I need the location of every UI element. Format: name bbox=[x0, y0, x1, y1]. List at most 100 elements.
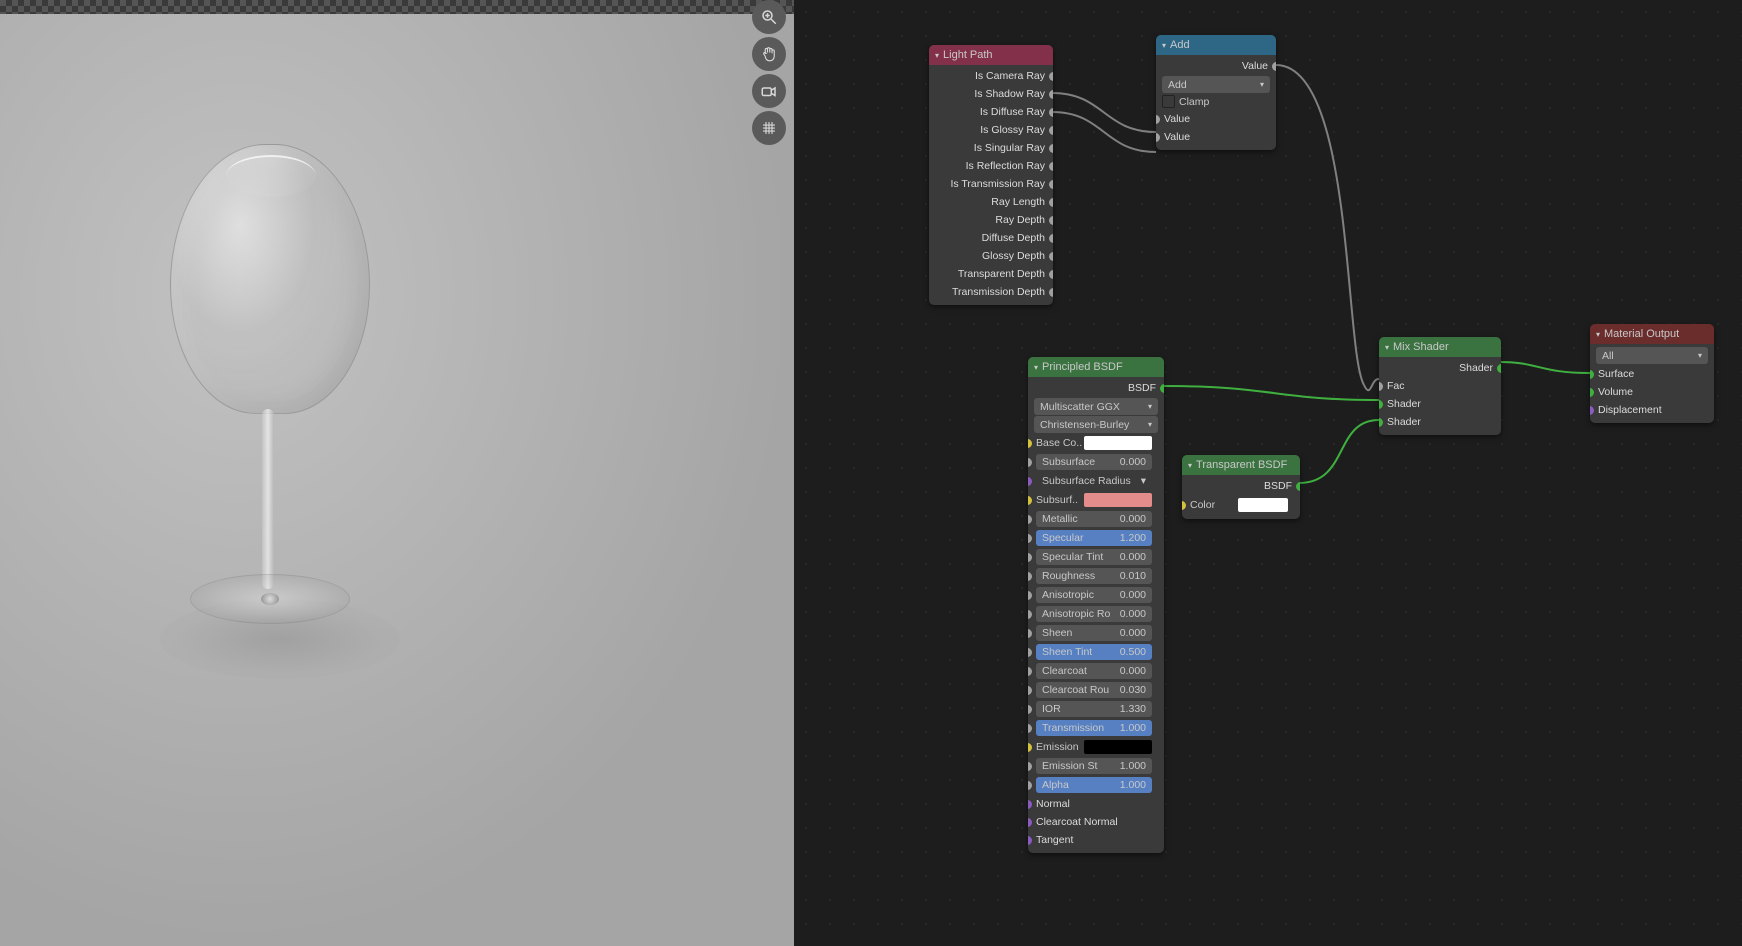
prop-emission-strength[interactable]: Emission St1.000 bbox=[1028, 757, 1164, 775]
prop-alpha[interactable]: Alpha1.000 bbox=[1028, 776, 1164, 794]
node-math-add[interactable]: ▾ Add Value Add▾ Clamp Value Value bbox=[1156, 35, 1276, 150]
output-socket[interactable]: Diffuse Depth bbox=[929, 229, 1053, 247]
output-socket[interactable]: Is Reflection Ray bbox=[929, 157, 1053, 175]
emission-color-swatch bbox=[1084, 740, 1152, 754]
output-socket-bsdf[interactable]: BSDF bbox=[1182, 477, 1300, 495]
node-body: Is Camera Ray Is Shadow Ray Is Diffuse R… bbox=[929, 65, 1053, 305]
node-header[interactable]: ▾ Mix Shader bbox=[1379, 337, 1501, 357]
prop-anisotropic-rotation[interactable]: Anisotropic Ro0.000 bbox=[1028, 605, 1164, 623]
emission-color-input[interactable]: Emission bbox=[1028, 738, 1158, 756]
prop-roughness[interactable]: Roughness0.010 bbox=[1028, 567, 1164, 585]
node-body: All▾ Surface Volume Displacement bbox=[1590, 344, 1714, 423]
grid-icon bbox=[760, 119, 778, 137]
prop-clearcoat[interactable]: Clearcoat0.000 bbox=[1028, 662, 1164, 680]
output-socket[interactable]: Is Camera Ray bbox=[929, 67, 1053, 85]
node-header[interactable]: ▾ Transparent BSDF bbox=[1182, 455, 1300, 475]
node-mix-shader[interactable]: ▾ Mix Shader Shader Fac Shader Shader bbox=[1379, 337, 1501, 435]
target-dropdown[interactable]: All▾ bbox=[1596, 347, 1708, 364]
input-volume[interactable]: Volume bbox=[1590, 383, 1714, 401]
output-socket[interactable]: Is Glossy Ray bbox=[929, 121, 1053, 139]
output-socket[interactable]: Glossy Depth bbox=[929, 247, 1053, 265]
node-header[interactable]: ▾ Material Output bbox=[1590, 324, 1714, 344]
collapse-icon: ▾ bbox=[1034, 363, 1038, 372]
prop-specular[interactable]: Specular1.200 bbox=[1028, 529, 1164, 547]
input-socket[interactable]: Value bbox=[1156, 110, 1276, 128]
node-light-path[interactable]: ▾ Light Path Is Camera Ray Is Shadow Ray… bbox=[929, 45, 1053, 305]
output-socket[interactable]: Ray Length bbox=[929, 193, 1053, 211]
render-viewport[interactable] bbox=[0, 0, 794, 946]
subsurface-color-input[interactable]: Subsurf.. bbox=[1028, 491, 1158, 509]
prop-sheen[interactable]: Sheen0.000 bbox=[1028, 624, 1164, 642]
node-body: BSDF Color bbox=[1182, 475, 1300, 519]
node-header[interactable]: ▾ Add bbox=[1156, 35, 1276, 55]
operation-dropdown[interactable]: Add▾ bbox=[1162, 76, 1270, 93]
input-clearcoat-normal[interactable]: Clearcoat Normal bbox=[1028, 813, 1164, 831]
node-header[interactable]: ▾ Principled BSDF bbox=[1028, 357, 1164, 377]
viewport-overscan bbox=[0, 0, 794, 14]
input-shader-1[interactable]: Shader bbox=[1379, 395, 1501, 413]
collapse-icon: ▾ bbox=[935, 51, 939, 60]
output-socket[interactable]: Is Transmission Ray bbox=[929, 175, 1053, 193]
prop-sheen-tint[interactable]: Sheen Tint0.500 bbox=[1028, 643, 1164, 661]
collapse-icon: ▾ bbox=[1385, 343, 1389, 352]
output-socket[interactable]: Transmission Depth bbox=[929, 283, 1053, 301]
prop-anisotropic[interactable]: Anisotropic0.000 bbox=[1028, 586, 1164, 604]
input-surface[interactable]: Surface bbox=[1590, 365, 1714, 383]
node-body: BSDF Multiscatter GGX▾ Christensen-Burle… bbox=[1028, 377, 1164, 853]
collapse-icon: ▾ bbox=[1188, 461, 1192, 470]
camera-tool-button[interactable] bbox=[752, 74, 786, 108]
render-result bbox=[0, 14, 794, 946]
subsurface-color-swatch bbox=[1084, 493, 1152, 507]
node-material-output[interactable]: ▾ Material Output All▾ Surface Volume Di… bbox=[1590, 324, 1714, 423]
output-socket[interactable]: Is Shadow Ray bbox=[929, 85, 1053, 103]
input-fac[interactable]: Fac bbox=[1379, 377, 1501, 395]
node-principled-bsdf[interactable]: ▾ Principled BSDF BSDF Multiscatter GGX▾… bbox=[1028, 357, 1164, 853]
node-title: Light Path bbox=[943, 49, 993, 61]
output-socket[interactable]: Ray Depth bbox=[929, 211, 1053, 229]
output-socket[interactable]: Is Diffuse Ray bbox=[929, 103, 1053, 121]
hand-icon bbox=[760, 45, 778, 63]
distribution-dropdown[interactable]: Multiscatter GGX▾ bbox=[1034, 398, 1158, 415]
node-transparent-bsdf[interactable]: ▾ Transparent BSDF BSDF Color bbox=[1182, 455, 1300, 519]
prop-metallic[interactable]: Metallic0.000 bbox=[1028, 510, 1164, 528]
node-title: Principled BSDF bbox=[1042, 361, 1123, 373]
viewport-tool-column bbox=[752, 0, 788, 145]
input-shader-2[interactable]: Shader bbox=[1379, 413, 1501, 431]
input-socket[interactable]: Value bbox=[1156, 128, 1276, 146]
output-socket-shader[interactable]: Shader bbox=[1379, 359, 1501, 377]
prop-specular-tint[interactable]: Specular Tint0.000 bbox=[1028, 548, 1164, 566]
prop-clearcoat-roughness[interactable]: Clearcoat Rou0.030 bbox=[1028, 681, 1164, 699]
collapse-icon: ▾ bbox=[1162, 41, 1166, 50]
input-displacement[interactable]: Displacement bbox=[1590, 401, 1714, 419]
prop-subsurface-radius[interactable]: Subsurface Radius▾ bbox=[1028, 472, 1164, 490]
node-editor[interactable]: ▾ Light Path Is Camera Ray Is Shadow Ray… bbox=[794, 0, 1742, 946]
node-title: Mix Shader bbox=[1393, 341, 1449, 353]
output-socket[interactable]: Is Singular Ray bbox=[929, 139, 1053, 157]
output-socket[interactable]: Value bbox=[1156, 57, 1276, 75]
node-body: Shader Fac Shader Shader bbox=[1379, 357, 1501, 435]
prop-ior[interactable]: IOR1.330 bbox=[1028, 700, 1164, 718]
node-header[interactable]: ▾ Light Path bbox=[929, 45, 1053, 65]
grid-tool-button[interactable] bbox=[752, 111, 786, 145]
prop-subsurface[interactable]: Subsurface0.000 bbox=[1028, 453, 1164, 471]
color-input[interactable]: Color bbox=[1182, 496, 1294, 514]
prop-transmission[interactable]: Transmission1.000 bbox=[1028, 719, 1164, 737]
pan-tool-button[interactable] bbox=[752, 37, 786, 71]
node-body: Value Add▾ Clamp Value Value bbox=[1156, 55, 1276, 150]
node-title: Material Output bbox=[1604, 328, 1679, 340]
magnifier-plus-icon bbox=[760, 8, 778, 26]
input-normal[interactable]: Normal bbox=[1028, 795, 1164, 813]
collapse-icon: ▾ bbox=[1596, 330, 1600, 339]
output-socket-bsdf[interactable]: BSDF bbox=[1028, 379, 1164, 397]
clamp-checkbox[interactable]: Clamp bbox=[1162, 95, 1270, 108]
zoom-tool-button[interactable] bbox=[752, 0, 786, 34]
node-title: Add bbox=[1170, 39, 1190, 51]
base-color-swatch bbox=[1084, 436, 1152, 450]
input-tangent[interactable]: Tangent bbox=[1028, 831, 1164, 849]
output-socket[interactable]: Transparent Depth bbox=[929, 265, 1053, 283]
color-swatch bbox=[1238, 498, 1288, 512]
rendered-glass-object bbox=[150, 144, 390, 664]
node-title: Transparent BSDF bbox=[1196, 459, 1287, 471]
subsurface-method-dropdown[interactable]: Christensen-Burley▾ bbox=[1034, 416, 1158, 433]
base-color-input[interactable]: Base Co.. bbox=[1028, 434, 1158, 452]
